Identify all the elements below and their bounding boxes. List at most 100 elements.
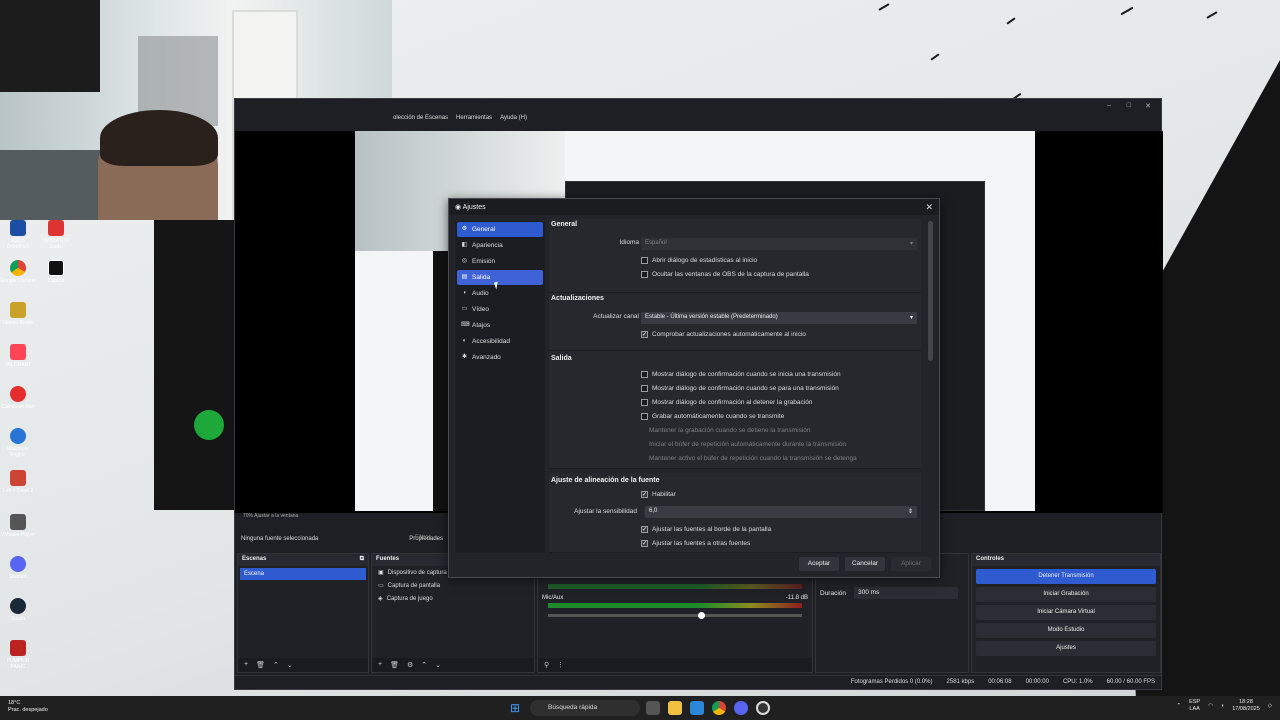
- slider-handle[interactable]: [698, 612, 705, 619]
- more-icon[interactable]: ⋮: [557, 661, 564, 669]
- desktop-icon-riot[interactable]: Cliente de Riot: [0, 386, 36, 410]
- settings-button[interactable]: Ajustes: [976, 641, 1156, 656]
- desktop-icon-capcut[interactable]: CapCut: [38, 260, 74, 284]
- trash-icon[interactable]: 🗑: [256, 661, 265, 669]
- checkbox[interactable]: [641, 413, 648, 420]
- discord-icon[interactable]: [734, 701, 748, 715]
- desktop-icon-nvidia[interactable]: NVIDIA RTX Studio: [38, 220, 74, 250]
- obs-icon[interactable]: [756, 701, 770, 715]
- checkbox-row[interactable]: Grabar automáticamente cuando se transmi…: [641, 413, 784, 420]
- menu-help[interactable]: Ayuda (H): [500, 115, 527, 127]
- add-icon[interactable]: +: [244, 661, 248, 669]
- nav-general[interactable]: ⚙ General: [457, 222, 543, 237]
- checkbox[interactable]: [641, 257, 648, 264]
- task-view-icon[interactable]: [646, 701, 660, 715]
- chevron-up-icon[interactable]: ⌃: [1176, 703, 1181, 710]
- clock-date: 17/08/2025: [1232, 706, 1260, 712]
- up-icon[interactable]: ⌃: [273, 661, 279, 669]
- nav-appearance[interactable]: ◧ Apariencia: [457, 238, 543, 253]
- duration-input[interactable]: 300 ms: [854, 587, 958, 599]
- scene-item[interactable]: Escena: [240, 568, 366, 580]
- settings-scrollbar[interactable]: [928, 221, 933, 361]
- volume-icon[interactable]: ◖: [1221, 703, 1224, 710]
- nav-stream[interactable]: ◎ Emisión: [457, 254, 543, 269]
- mail-icon[interactable]: [690, 701, 704, 715]
- dock-options-icon[interactable]: ⧉: [360, 556, 364, 564]
- spin-arrows-icon[interactable]: ⇕: [908, 508, 913, 515]
- apply-button[interactable]: Aplicar: [891, 557, 931, 571]
- checkbox-checked[interactable]: ✓: [641, 540, 648, 547]
- channel-select[interactable]: Estable - Última versión estable (Predet…: [641, 312, 917, 324]
- checkbox-row[interactable]: ✓ Habilitar: [641, 491, 676, 498]
- nav-accessibility[interactable]: ◐ Accesibilidad: [457, 334, 543, 349]
- desktop-icon-marvel[interactable]: Marvel Rivals: [0, 302, 36, 326]
- nav-label: Emisión: [472, 258, 496, 265]
- close-icon[interactable]: ✕: [925, 202, 933, 213]
- checkbox-checked[interactable]: ✓: [641, 526, 648, 533]
- language-select[interactable]: Español ▾: [641, 238, 917, 250]
- link-icon[interactable]: ⚲: [544, 661, 549, 669]
- checkbox-row[interactable]: Ocultar las ventanas de OBS de la captur…: [641, 271, 809, 278]
- windows-start-icon[interactable]: ⊞: [510, 701, 524, 715]
- settings-icon[interactable]: ⚙: [407, 661, 413, 669]
- desktop-icon-wallpaper-engine[interactable]: Wallpaper Engine: [0, 428, 36, 458]
- menu-scene-collection[interactable]: olección de Escenas: [393, 115, 448, 127]
- nav-audio[interactable]: ◖ Audio: [457, 286, 543, 301]
- close-icon[interactable]: ✕: [1145, 102, 1151, 110]
- nav-output[interactable]: ▤ Salida: [457, 270, 543, 285]
- checkbox-row[interactable]: ✓ Ajustar las fuentes a otras fuentes: [641, 540, 750, 547]
- desktop-icon-valorant[interactable]: VALORANT: [0, 344, 36, 368]
- ok-button[interactable]: Aceptar: [799, 557, 839, 571]
- desktop-icon-asus[interactable]: ASUS DriverHub: [0, 220, 36, 250]
- desktop-icon-vmware[interactable]: VMware Player: [0, 514, 36, 538]
- checkbox-row[interactable]: Abrir diálogo de estadísticas al inicio: [641, 257, 757, 264]
- source-item[interactable]: ▭ Captura de pantalla: [372, 579, 534, 592]
- checkbox-checked[interactable]: ✓: [641, 491, 648, 498]
- preview-zoom-label[interactable]: 70% Ajustar a la ventana: [243, 513, 298, 519]
- add-icon[interactable]: +: [378, 661, 382, 669]
- checkbox-row[interactable]: ✓ Ajustar las fuentes al borde de la pant…: [641, 526, 771, 533]
- taskbar-search[interactable]: Búsqueda rápida: [530, 700, 640, 716]
- desktop-icon-l4d2[interactable]: Left 4 Dead 2: [0, 470, 36, 494]
- nav-video[interactable]: ▭ Vídeo: [457, 302, 543, 317]
- down-icon[interactable]: ⌄: [435, 661, 441, 669]
- notification-icon[interactable]: ◇: [1268, 703, 1272, 710]
- nav-advanced[interactable]: ✱ Avanzado: [457, 350, 543, 365]
- checkbox-row[interactable]: Mostrar diálogo de confirmación cuando s…: [641, 371, 841, 378]
- down-icon[interactable]: ⌄: [287, 661, 293, 669]
- start-recording-button[interactable]: Iniciar Grabación: [976, 587, 1156, 602]
- stop-streaming-button[interactable]: Detener Transmisión: [976, 569, 1156, 584]
- chrome-icon[interactable]: [712, 701, 726, 715]
- desktop-icon-chrome[interactable]: Google Chrome: [0, 260, 36, 284]
- wifi-icon[interactable]: ◠: [1208, 703, 1213, 710]
- checkbox-row[interactable]: Mostrar diálogo de confirmación al deten…: [641, 399, 812, 406]
- checkbox-row[interactable]: ✓ Comprobar actualizaciones automáticamen…: [641, 331, 806, 338]
- weather-widget[interactable]: 18°C Prac. despejado: [8, 700, 48, 714]
- file-explorer-icon[interactable]: [668, 701, 682, 715]
- checkbox-row[interactable]: Mostrar diálogo de confirmación cuando s…: [641, 385, 839, 392]
- tray-language[interactable]: ESP LAA: [1189, 699, 1200, 713]
- sensitivity-spinbox[interactable]: 6,0 ⇕: [645, 506, 917, 518]
- cancel-button[interactable]: Cancelar: [845, 557, 885, 571]
- studio-mode-button[interactable]: Modo Estudio: [976, 623, 1156, 638]
- menu-tools[interactable]: Herramientas: [456, 115, 492, 127]
- checkbox[interactable]: [641, 399, 648, 406]
- checkbox-label: Comprobar actualizaciones automáticament…: [652, 331, 806, 338]
- desktop-icon-steam[interactable]: Steam: [0, 598, 36, 622]
- nav-hotkeys[interactable]: ⌨ Atajos: [457, 318, 543, 333]
- source-label: Captura de juego: [386, 595, 433, 602]
- desktop-icon-discord[interactable]: Discord: [0, 556, 36, 580]
- checkbox-checked[interactable]: ✓: [641, 331, 648, 338]
- checkbox[interactable]: [641, 385, 648, 392]
- mic-volume-slider[interactable]: [548, 612, 802, 619]
- up-icon[interactable]: ⌃: [421, 661, 427, 669]
- checkbox[interactable]: [641, 371, 648, 378]
- source-item[interactable]: ◈ Captura de juego: [372, 592, 534, 605]
- desktop-icon-pumpkin-panic[interactable]: PUMPKIN PANIC: [0, 640, 36, 670]
- clock[interactable]: 18:28 17/08/2025: [1232, 699, 1260, 713]
- trash-icon[interactable]: 🗑: [390, 661, 399, 669]
- checkbox[interactable]: [641, 271, 648, 278]
- maximize-icon[interactable]: □: [1127, 102, 1131, 109]
- minimize-icon[interactable]: –: [1107, 102, 1111, 109]
- start-virtual-camera-button[interactable]: Iniciar Cámara Virtual: [976, 605, 1156, 620]
